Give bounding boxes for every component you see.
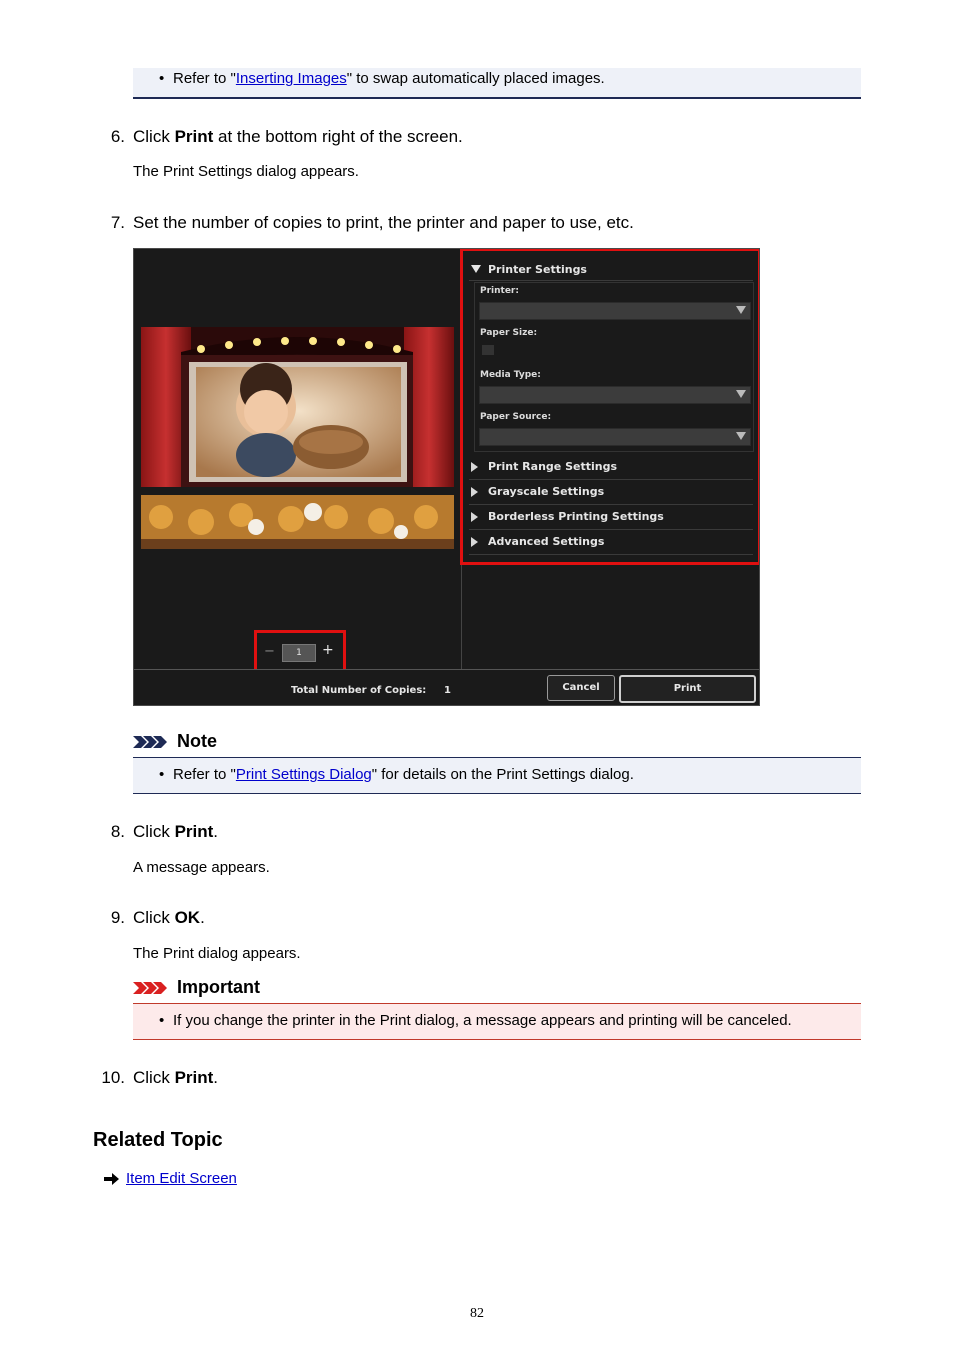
chevron-down-icon	[736, 306, 746, 314]
step-text: Click	[133, 822, 175, 841]
top-note-item: • Refer to "Inserting Images" to swap aut…	[159, 70, 605, 88]
important-text: If you change the printer in the Print d…	[173, 1012, 792, 1029]
note-suffix: " for details on the Print Settings dial…	[371, 766, 634, 783]
note-title: Note	[177, 731, 217, 751]
note-heading: Note	[133, 731, 217, 752]
step-6-desc: The Print Settings dialog appears.	[133, 163, 359, 180]
paper-size-value	[482, 345, 494, 355]
step-number: 7.	[110, 213, 125, 232]
important-item: • If you change the printer in the Print …	[159, 1012, 792, 1030]
paper-size-label: Paper Size:	[480, 328, 538, 338]
item-edit-screen-link[interactable]: Item Edit Screen	[126, 1170, 237, 1187]
related-topic-heading: Related Topic	[93, 1129, 223, 1151]
step-text: .	[213, 1068, 219, 1087]
step-text: .	[200, 908, 205, 927]
step-8-desc: A message appears.	[133, 859, 270, 876]
printer-label: Printer:	[480, 286, 519, 296]
advanced-section[interactable]: Advanced Settings	[469, 530, 753, 555]
grayscale-section[interactable]: Grayscale Settings	[469, 480, 753, 505]
note-box: • Refer to "Print Settings Dialog" for de…	[133, 757, 861, 794]
print-keyword: Print	[174, 127, 214, 146]
bullet: •	[159, 1012, 165, 1029]
step-text: Set the number of copies to print, the p…	[133, 213, 634, 232]
chevron-down-icon	[736, 390, 746, 398]
collapse-triangle-icon[interactable]	[471, 265, 481, 273]
cancel-button[interactable]: Cancel	[547, 675, 615, 701]
printer-dropdown[interactable]	[479, 302, 751, 320]
media-type-label: Media Type:	[480, 370, 541, 380]
borderless-section[interactable]: Borderless Printing Settings	[469, 505, 753, 530]
ok-keyword: OK	[174, 908, 201, 927]
step-text: .	[213, 822, 219, 841]
plus-button[interactable]: +	[322, 642, 334, 658]
photo-preview	[141, 327, 454, 549]
note-prefix: Refer to "	[173, 766, 236, 783]
step-number: 8.	[110, 822, 125, 841]
print-keyword: Print	[174, 1068, 214, 1087]
expand-triangle-icon	[471, 537, 478, 547]
minus-button[interactable]: −	[264, 644, 275, 659]
important-heading: Important	[133, 977, 260, 998]
section-label: Print Range Settings	[488, 460, 617, 473]
inserting-images-link[interactable]: Inserting Images	[236, 70, 347, 87]
paper-source-label: Paper Source:	[480, 412, 552, 422]
print-keyword: Print	[174, 822, 214, 841]
paper-source-dropdown[interactable]	[479, 428, 751, 446]
bullet: •	[159, 766, 165, 783]
copies-input[interactable]: 1	[282, 644, 316, 662]
section-label: Grayscale Settings	[488, 485, 605, 498]
top-note-box: • Refer to "Inserting Images" to swap aut…	[133, 68, 861, 99]
page-number: 82	[470, 1306, 484, 1321]
step-text: Click	[133, 127, 175, 146]
note-chevrons-icon	[133, 736, 167, 749]
step-text: Click	[133, 1068, 175, 1087]
arrow-right-icon	[104, 1173, 119, 1186]
print-button[interactable]: Print	[619, 675, 756, 703]
related-link-row[interactable]: Item Edit Screen	[104, 1170, 237, 1187]
header-divider	[469, 280, 753, 281]
expand-triangle-icon	[471, 512, 478, 522]
important-box: • If you change the printer in the Print …	[133, 1003, 861, 1040]
total-copies-value: 1	[444, 685, 451, 696]
step-number: 10.	[101, 1068, 125, 1087]
print-settings-dialog-link[interactable]: Print Settings Dialog	[236, 766, 372, 783]
section-label: Advanced Settings	[488, 535, 605, 548]
step-text: Click	[133, 908, 175, 927]
total-copies-label: Total Number of Copies:	[291, 685, 427, 696]
step-number: 6.	[110, 127, 125, 146]
expand-triangle-icon	[471, 462, 478, 472]
step-9-desc: The Print dialog appears.	[133, 945, 301, 962]
printer-settings-header[interactable]: Printer Settings	[488, 263, 587, 276]
step-number: 9.	[110, 908, 125, 927]
chevron-down-icon	[736, 432, 746, 440]
step-text: at the bottom right of the screen.	[213, 127, 463, 146]
print-range-section[interactable]: Print Range Settings	[469, 455, 753, 480]
top-note-prefix: Refer to "	[173, 70, 236, 87]
top-note-suffix: " to swap automatically placed images.	[346, 70, 605, 87]
bullet: •	[159, 70, 165, 87]
note-item: • Refer to "Print Settings Dialog" for de…	[159, 766, 634, 784]
theater-image	[141, 327, 454, 549]
important-chevrons-icon	[133, 982, 167, 995]
important-title: Important	[177, 977, 260, 997]
section-label: Borderless Printing Settings	[488, 510, 664, 523]
media-type-dropdown[interactable]	[479, 386, 751, 404]
expand-triangle-icon	[471, 487, 478, 497]
print-settings-screenshot: Printer Settings Printer: Paper Size: Me…	[133, 248, 760, 706]
